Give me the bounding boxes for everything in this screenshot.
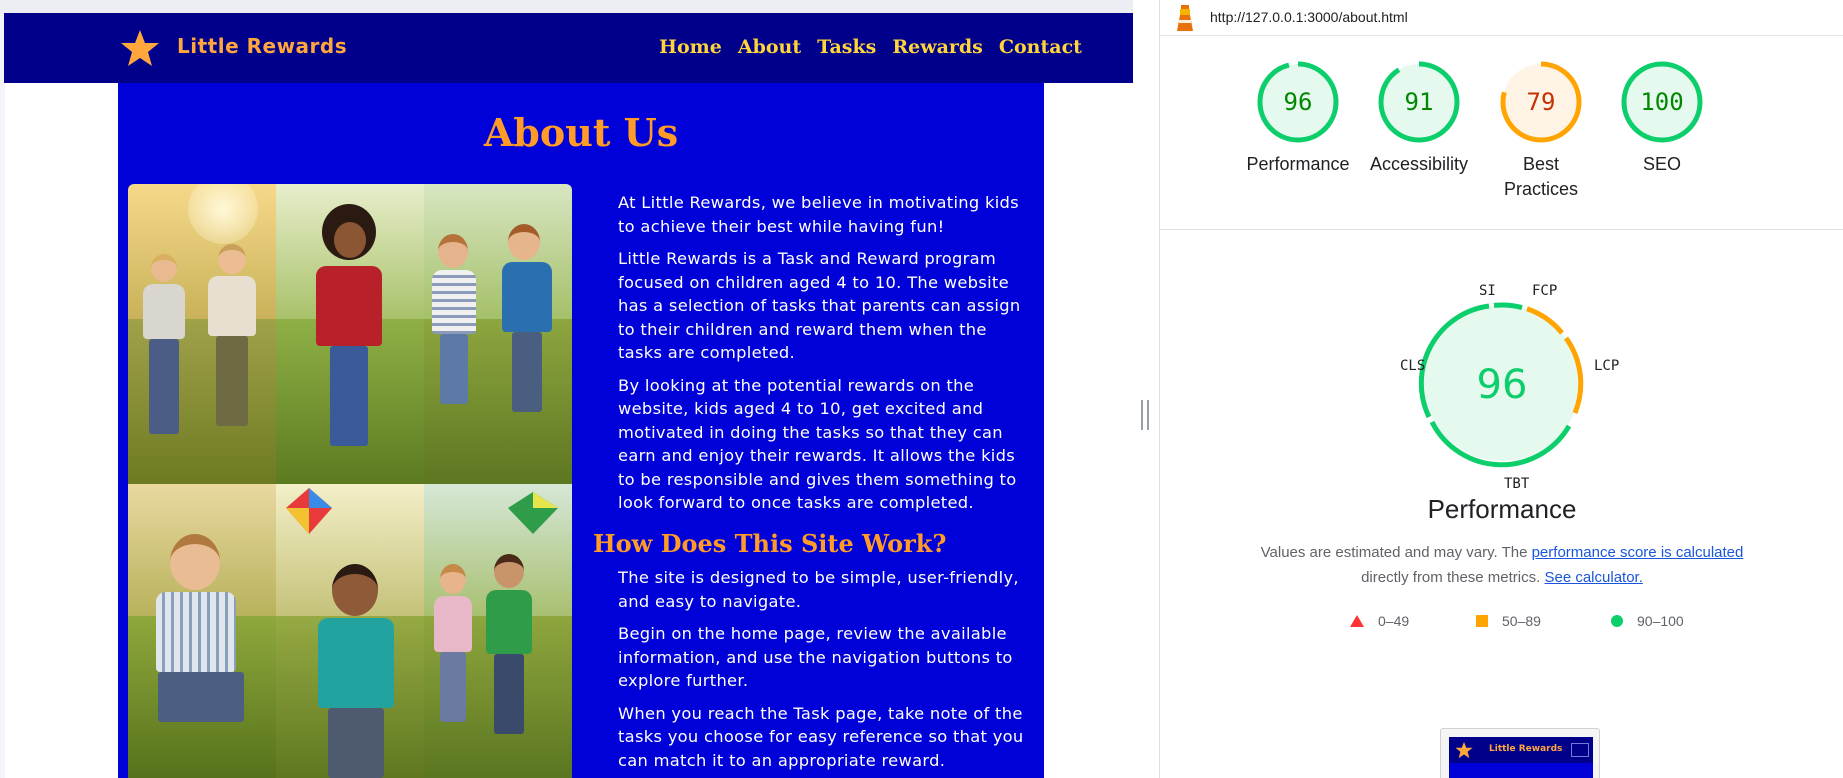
photo-boy-sitting <box>128 484 276 778</box>
nav-about-link[interactable]: About <box>738 36 801 58</box>
see-calculator-link[interactable]: See calculator. <box>1544 569 1642 586</box>
performance-title: Performance <box>1427 494 1577 524</box>
how-paragraph: The site is designed to be simple, user-… <box>618 568 1019 611</box>
report-url-bar: http://127.0.0.1:3000/about.html <box>1160 0 1843 36</box>
main-nav: Home About Tasks Rewards Contact <box>659 36 1082 58</box>
legend-item-pass: 90–100 <box>1611 613 1684 629</box>
brand-name[interactable]: Little Rewards <box>177 34 347 58</box>
how-it-works-heading: How Does This Site Work? <box>593 529 947 558</box>
page-title: About Us <box>483 110 679 155</box>
website-viewport: Little Rewards Home About Tasks Rewards … <box>0 0 1133 778</box>
about-paragraph: At Little Rewards, we believe in motivat… <box>618 193 1019 236</box>
section-divider <box>1160 229 1843 230</box>
metric-label-si: SI <box>1479 283 1496 299</box>
site-navbar: Little Rewards Home About Tasks Rewards … <box>4 13 1133 83</box>
legend-item-fail: 0–49 <box>1350 613 1409 629</box>
star-logo-icon <box>1455 741 1473 759</box>
score-gauge-seo[interactable]: 100 SEO <box>1602 60 1722 177</box>
metric-arc-si <box>1493 302 1523 311</box>
photo-kids-with-kites <box>424 484 572 778</box>
score-gauge-accessibility[interactable]: 91 Accessibility <box>1359 60 1479 177</box>
photo-boy-with-kite <box>276 484 424 778</box>
about-paragraph: By looking at the potential rewards on t… <box>618 375 1017 513</box>
score-gauge-ring: 91 <box>1378 61 1460 143</box>
about-paragraph: Little Rewards is a Task and Reward prog… <box>618 249 1021 362</box>
score-label: SEO <box>1642 154 1681 174</box>
how-it-works-text-block: The site is designed to be simple, user-… <box>618 566 1036 778</box>
score-label: Performance <box>1246 154 1350 174</box>
nav-home-link[interactable]: Home <box>659 36 722 58</box>
page-screenshot-thumbnail[interactable]: Little Rewards <box>1440 728 1600 778</box>
kite-icon <box>508 492 558 534</box>
performance-gauge-ring: 96 <box>1418 302 1584 468</box>
lighthouse-panel: http://127.0.0.1:3000/about.html 96 Perf… <box>1159 0 1843 778</box>
performance-metrics-gauge: 96 SI FCP LCP TBT CLS <box>1372 283 1632 503</box>
photo-kid-jumping <box>276 184 424 484</box>
score-value: 100 <box>1640 88 1683 116</box>
nav-contact-link[interactable]: Contact <box>999 36 1082 58</box>
legend-item-average: 50–89 <box>1476 613 1541 629</box>
score-value: 91 <box>1405 88 1434 116</box>
performance-note: Values are estimated and may vary. The p… <box>1250 540 1754 590</box>
score-gauge-best-practices[interactable]: 79 Best Practices <box>1481 60 1601 202</box>
legend-range: 90–100 <box>1637 613 1684 629</box>
photo-kids-running-2 <box>424 184 572 484</box>
score-gauge-ring: 100 <box>1621 61 1703 143</box>
about-text-block: At Little Rewards, we believe in motivat… <box>618 191 1028 524</box>
score-calculated-link[interactable]: performance score is calculated <box>1532 544 1744 561</box>
score-gauge-performance[interactable]: 96 Performance <box>1238 60 1358 177</box>
metric-label-fcp: FCP <box>1532 283 1558 299</box>
kids-photo-collage <box>128 184 572 778</box>
metric-label-lcp: LCP <box>1594 358 1620 374</box>
report-url[interactable]: http://127.0.0.1:3000/about.html <box>1210 9 1408 25</box>
score-gauge-ring: 79 <box>1500 61 1582 143</box>
thumbnail-brand: Little Rewards <box>1489 744 1563 754</box>
note-text: Values are estimated and may vary. The <box>1260 544 1532 561</box>
score-value: 79 <box>1527 88 1556 116</box>
viewport-top-strip <box>0 0 1133 13</box>
green-circle-icon <box>1611 615 1623 627</box>
nav-tasks-link[interactable]: Tasks <box>817 36 876 58</box>
how-paragraph: When you reach the Task page, take note … <box>618 703 1024 770</box>
panel-splitter[interactable] <box>1133 0 1159 778</box>
star-logo-icon[interactable] <box>120 28 160 68</box>
metric-label-tbt: TBT <box>1504 476 1530 492</box>
score-label: Accessibility <box>1369 154 1469 174</box>
how-paragraph: Begin on the home page, review the avail… <box>618 624 1013 690</box>
legend-range: 50–89 <box>1502 613 1541 629</box>
score-value: 96 <box>1284 88 1313 116</box>
about-content: About Us At Little Rewards, we believe i… <box>118 83 1044 778</box>
kite-icon <box>286 488 332 534</box>
legend-range: 0–49 <box>1378 613 1410 629</box>
note-text: directly from these metrics. <box>1361 569 1545 586</box>
lighthouse-logo-icon <box>1177 5 1193 31</box>
metric-label-cls: CLS <box>1400 358 1426 374</box>
nav-rewards-link[interactable]: Rewards <box>892 36 983 58</box>
photo-kids-running-1 <box>128 184 276 484</box>
performance-score: 96 <box>1477 362 1528 408</box>
splitter-grip-icon[interactable] <box>1141 400 1149 430</box>
orange-square-icon <box>1476 615 1488 627</box>
score-gauge-ring: 96 <box>1257 61 1339 143</box>
score-label: Best Practices <box>1503 154 1579 199</box>
red-triangle-icon <box>1350 615 1364 627</box>
